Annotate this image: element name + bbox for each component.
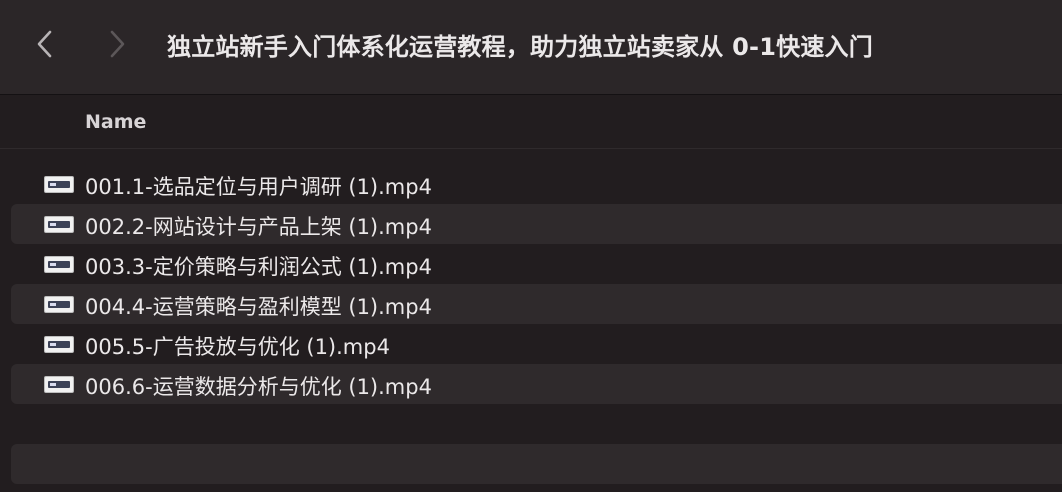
file-row[interactable]: 006.6-运营数据分析与优化 (1).mp4 — [11, 364, 1062, 404]
file-name: 003.3-定价策略与利润公式 (1).mp4 — [85, 255, 432, 279]
file-name: 006.6-运营数据分析与优化 (1).mp4 — [85, 375, 432, 399]
window-title: 独立站新手入门体系化运营教程，助力独立站卖家从 0-1快速入门 — [167, 33, 873, 61]
file-name: 001.1-选品定位与用户调研 (1).mp4 — [85, 175, 432, 199]
file-name: 005.5-广告投放与优化 (1).mp4 — [85, 335, 390, 359]
back-button[interactable] — [25, 22, 65, 66]
video-file-icon — [44, 336, 74, 353]
video-file-icon — [44, 176, 74, 193]
file-name: 004.4-运营策略与盈利模型 (1).mp4 — [85, 295, 432, 319]
chevron-right-icon — [110, 30, 125, 58]
file-name: 002.2-网站设计与产品上架 (1).mp4 — [85, 215, 432, 239]
video-file-icon — [44, 256, 74, 273]
window-toolbar: 独立站新手入门体系化运营教程，助力独立站卖家从 0-1快速入门 — [0, 0, 1062, 95]
file-row[interactable]: 003.3-定价策略与利润公式 (1).mp4 — [11, 244, 1062, 284]
file-row[interactable]: 002.2-网站设计与产品上架 (1).mp4 — [11, 204, 1062, 244]
file-row[interactable]: 005.5-广告投放与优化 (1).mp4 — [11, 324, 1062, 364]
file-list: 001.1-选品定位与用户调研 (1).mp4 002.2-网站设计与产品上架 … — [0, 164, 1062, 484]
video-file-icon — [44, 296, 74, 313]
empty-row — [11, 404, 1062, 444]
forward-button[interactable] — [97, 22, 137, 66]
video-file-icon — [44, 216, 74, 233]
file-row[interactable]: 001.1-选品定位与用户调研 (1).mp4 — [11, 164, 1062, 204]
empty-row — [11, 444, 1062, 484]
chevron-left-icon — [37, 30, 52, 58]
column-header-bar: Name — [0, 95, 1062, 149]
video-file-icon — [44, 376, 74, 393]
file-row[interactable]: 004.4-运营策略与盈利模型 (1).mp4 — [11, 284, 1062, 324]
column-header-name[interactable]: Name — [85, 111, 146, 133]
